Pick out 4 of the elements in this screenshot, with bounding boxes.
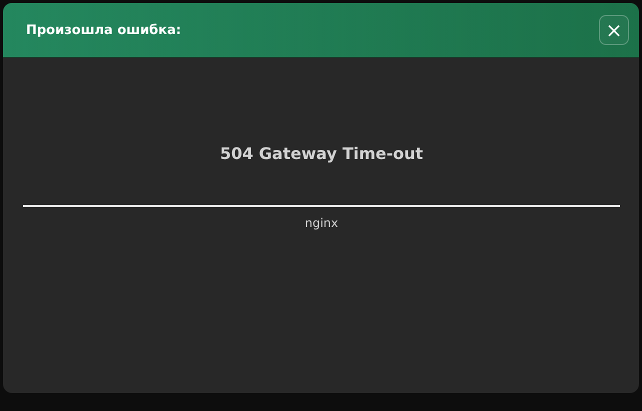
dialog-title: Произошла ошибка: [26,22,182,38]
close-button[interactable]: × [599,15,629,45]
server-name: nginx [304,215,340,232]
error-heading: 504 Gateway Time-out [218,143,424,165]
